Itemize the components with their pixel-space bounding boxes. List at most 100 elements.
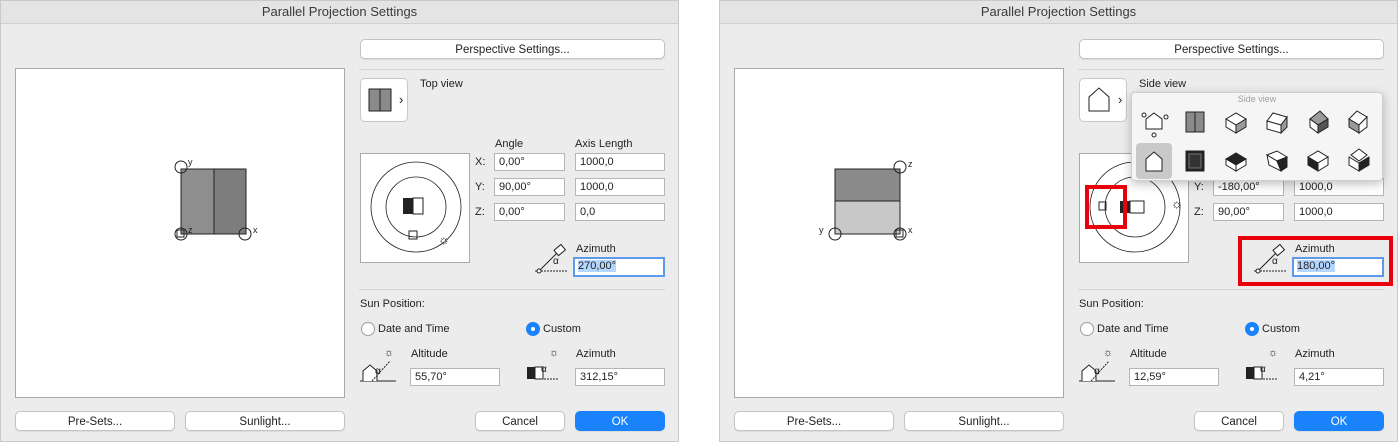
sunlight-button[interactable]: Sunlight... xyxy=(185,411,345,431)
x-angle-input[interactable]: 0,00° xyxy=(494,153,565,171)
view-type-label: Top view xyxy=(420,78,463,90)
sun-icon: ☼ xyxy=(438,232,450,247)
compass-icon xyxy=(370,161,462,253)
view-type-button[interactable]: › xyxy=(1079,78,1127,122)
sun-icon: ☼ xyxy=(549,347,560,359)
chevron-right-icon: › xyxy=(399,92,404,107)
alpha-icon: α xyxy=(553,256,559,267)
view-option-iso-1[interactable] xyxy=(1218,105,1254,141)
custom-label: Custom xyxy=(1262,323,1300,335)
view-option-iso-5[interactable] xyxy=(1218,143,1254,179)
date-time-label: Date and Time xyxy=(378,323,450,335)
altitude-input[interactable]: 12,59° xyxy=(1129,368,1219,386)
azimuth-label: Azimuth xyxy=(576,243,616,255)
side-view-house-icon xyxy=(1145,151,1163,172)
y-axis-label: Y: xyxy=(475,181,485,193)
view-option-iso-6[interactable] xyxy=(1259,143,1295,179)
azimuth-input[interactable]: 180,00° xyxy=(1292,257,1384,277)
window-title: Parallel Projection Settings xyxy=(1,1,678,24)
divider xyxy=(1078,69,1384,70)
axis-label-z: z xyxy=(188,225,193,235)
sun-azimuth-input[interactable]: 312,15° xyxy=(575,368,665,386)
view-option-side[interactable] xyxy=(1136,143,1172,179)
view-type-button[interactable]: › xyxy=(360,78,408,122)
view-type-popup: Side view xyxy=(1131,92,1383,181)
cancel-button[interactable]: Cancel xyxy=(1194,411,1284,431)
isometric-view-icon xyxy=(1225,152,1247,172)
view-option-iso-3[interactable] xyxy=(1300,105,1336,141)
highlight-box-camera xyxy=(1085,185,1127,229)
z-axis-label: Z: xyxy=(475,206,485,218)
axis-length-header: Axis Length xyxy=(575,138,633,150)
x-length-input[interactable]: 1000,0 xyxy=(575,153,665,171)
view-option-iso-8[interactable] xyxy=(1341,143,1377,179)
divider xyxy=(359,69,665,70)
ok-button[interactable]: OK xyxy=(575,411,665,431)
sun-azimuth-input[interactable]: 4,21° xyxy=(1294,368,1384,386)
alpha-icon: α xyxy=(541,364,547,375)
perspective-settings-button[interactable]: Perspective Settings... xyxy=(360,39,665,59)
perspective-settings-button[interactable]: Perspective Settings... xyxy=(1079,39,1384,59)
axis-label-y: y xyxy=(819,225,824,235)
view-option-top[interactable] xyxy=(1177,105,1213,141)
date-time-label: Date and Time xyxy=(1097,323,1169,335)
projection-preview[interactable]: z y x xyxy=(734,68,1064,398)
y-length-input[interactable]: 1000,0 xyxy=(575,178,665,196)
isometric-view-icon xyxy=(1348,148,1370,172)
sunlight-button[interactable]: Sunlight... xyxy=(904,411,1064,431)
y-angle-input[interactable]: 90,00° xyxy=(494,178,565,196)
divider xyxy=(359,289,665,290)
view-type-label: Side view xyxy=(1139,78,1187,90)
dialog-parallel-projection-left: Parallel Projection Settings y z x Persp… xyxy=(0,0,679,442)
sun-icon: ☼ xyxy=(1268,347,1279,359)
z-length-input[interactable]: 1000,0 xyxy=(1294,203,1384,221)
altitude-input[interactable]: 55,70° xyxy=(410,368,500,386)
ok-button[interactable]: OK xyxy=(1294,411,1384,431)
z-angle-input[interactable]: 90,00° xyxy=(1213,203,1284,221)
compass-preview[interactable]: ☼ xyxy=(360,153,470,263)
view-option-iso-4[interactable] xyxy=(1341,105,1377,141)
z-axis-label: Z: xyxy=(1194,206,1204,218)
view-option-bottom[interactable] xyxy=(1177,143,1213,179)
sun-azimuth-label: Azimuth xyxy=(576,348,616,360)
x-axis-label: X: xyxy=(475,156,486,168)
date-time-radio[interactable] xyxy=(1080,322,1094,336)
isometric-view-icon xyxy=(1265,150,1289,173)
custom-label: Custom xyxy=(543,323,581,335)
view-option-axonometry[interactable] xyxy=(1136,105,1172,141)
popup-title: Side view xyxy=(1237,94,1277,104)
projection-preview[interactable]: y z x xyxy=(15,68,345,398)
custom-radio[interactable] xyxy=(1245,322,1259,336)
axonometry-icon xyxy=(1141,112,1169,138)
view-option-iso-2[interactable] xyxy=(1259,105,1295,141)
side-view-drawing xyxy=(828,160,907,241)
azimuth-label: Azimuth xyxy=(1295,243,1335,255)
axis-label-x: x xyxy=(908,225,913,235)
dialog-parallel-projection-right: Parallel Projection Settings z y x Persp… xyxy=(719,0,1398,442)
isometric-view-icon xyxy=(1307,150,1329,172)
z-length-input[interactable]: 0,0 xyxy=(575,203,665,221)
altitude-label: Altitude xyxy=(1130,348,1167,360)
sun-position-label: Sun Position: xyxy=(360,298,425,310)
alpha-icon: α xyxy=(1094,366,1100,377)
sun-icon: ☼ xyxy=(1103,347,1114,359)
date-time-radio[interactable] xyxy=(361,322,375,336)
camera-azimuth-icon xyxy=(1254,243,1286,274)
presets-button[interactable]: Pre-Sets... xyxy=(15,411,175,431)
z-angle-input[interactable]: 0,00° xyxy=(494,203,565,221)
cancel-button[interactable]: Cancel xyxy=(475,411,565,431)
isometric-view-icon xyxy=(1348,110,1368,134)
sun-icon: ☼ xyxy=(384,347,395,359)
window-title: Parallel Projection Settings xyxy=(720,1,1397,24)
presets-button[interactable]: Pre-Sets... xyxy=(734,411,894,431)
axis-label-x: x xyxy=(253,225,258,235)
custom-radio[interactable] xyxy=(526,322,540,336)
isometric-view-icon xyxy=(1309,110,1329,134)
view-option-iso-7[interactable] xyxy=(1300,143,1336,179)
camera-azimuth-icon xyxy=(535,243,567,274)
isometric-view-icon xyxy=(1266,112,1288,135)
axis-label-y: y xyxy=(188,157,193,167)
divider xyxy=(1078,289,1384,290)
azimuth-input[interactable]: 270,00° xyxy=(573,257,665,277)
altitude-label: Altitude xyxy=(411,348,448,360)
